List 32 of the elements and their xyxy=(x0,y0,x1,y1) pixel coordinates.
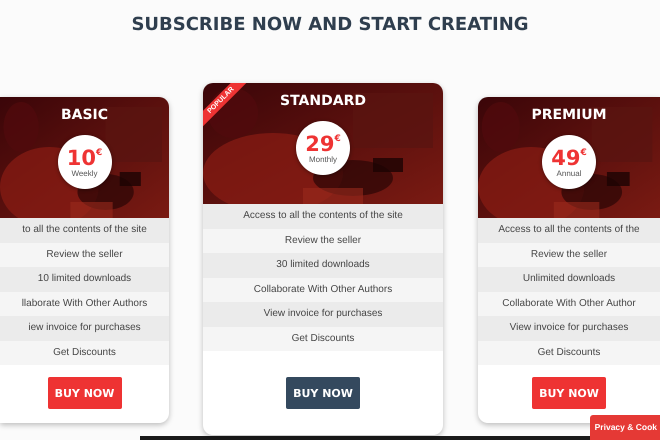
billing-period: Weekly xyxy=(71,168,98,178)
billing-period: Annual xyxy=(556,168,582,178)
feature-row: llaborate With Other Authors xyxy=(0,292,169,316)
feature-row: to all the contents of the site xyxy=(0,218,169,242)
section-heading: SUBSCRIBE NOW AND START CREATING xyxy=(130,13,530,37)
feature-row: Unlimited downloads xyxy=(478,267,660,292)
feature-row: View invoice for purchases xyxy=(203,302,443,326)
feature-row: Collaborate With Other Author xyxy=(478,292,660,316)
price: 49€ xyxy=(551,146,587,168)
privacy-badge[interactable]: Privacy & Cook xyxy=(590,415,660,440)
feature-row: Review the seller xyxy=(0,242,169,267)
plan-name: STANDARD xyxy=(280,93,366,109)
plan-name: PREMIUM xyxy=(531,107,607,123)
feature-row: iew invoice for purchases xyxy=(0,316,169,340)
feature-row: Review the seller xyxy=(478,242,660,267)
feature-row: 30 limited downloads xyxy=(203,253,443,278)
feature-row: Get Discounts xyxy=(478,340,660,365)
feature-row: Access to all the contents of the xyxy=(478,218,660,242)
buy-now-button[interactable]: BUY NOW xyxy=(48,377,122,409)
feature-row: 10 limited downloads xyxy=(0,267,169,292)
feature-row: Review the seller xyxy=(203,228,443,253)
feature-row: View invoice for purchases xyxy=(478,316,660,340)
price: 29€ xyxy=(305,132,341,154)
plan-name: BASIC xyxy=(60,107,108,123)
feature-row: Get Discounts xyxy=(0,340,169,365)
buy-now-button[interactable]: BUY NOW xyxy=(286,377,360,409)
feature-row: Collaborate With Other Authors xyxy=(203,278,443,302)
buy-now-button[interactable]: BUY NOW xyxy=(532,377,606,409)
price: 10€ xyxy=(66,146,102,168)
billing-period: Monthly xyxy=(308,154,337,164)
feature-row: Access to all the contents of the site xyxy=(203,204,443,228)
feature-row: Get Discounts xyxy=(203,326,443,351)
